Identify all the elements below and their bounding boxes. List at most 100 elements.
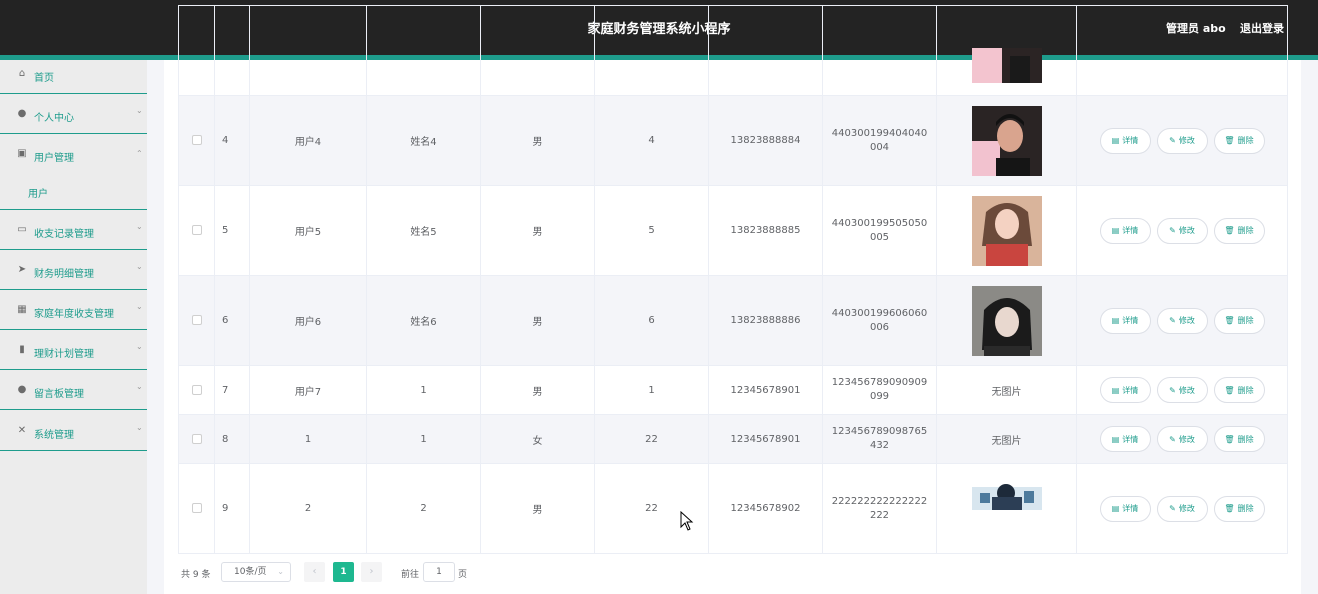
row-checkbox-cell [178, 275, 215, 366]
document-icon: ▤ [1111, 316, 1120, 325]
user-photo-partial [971, 48, 1042, 83]
row-checkbox[interactable] [191, 135, 202, 145]
table-cell [822, 5, 937, 96]
sidebar-item-user-management[interactable]: ▣ 用户管理 ⌃ 用户 [0, 134, 147, 210]
phone-cell: 12345678901 [708, 365, 823, 415]
page-size-select[interactable]: 10条/页 ⌄ [221, 562, 291, 582]
sidebar-item-income-expense[interactable]: ▭ 收支记录管理 ⌄ [0, 210, 147, 250]
gender-cell: 男 [480, 95, 595, 186]
username-cell: 2 [249, 463, 367, 554]
delete-button[interactable]: 🗑 删除 [1213, 127, 1265, 154]
delete-button-label: 删除 [1237, 316, 1254, 325]
user-photo [971, 471, 1042, 510]
detail-button[interactable]: ▤ 详情 [1099, 127, 1151, 154]
table-cell [708, 5, 823, 96]
actions-cell: ▤ 详情 ✎ 修改 🗑 删除 [1076, 365, 1288, 415]
sidebar-item-label: 首页 [34, 73, 54, 84]
delete-button[interactable]: 🗑 删除 [1213, 307, 1265, 334]
sidebar-item-finance-plan[interactable]: ▮ 理财计划管理 ⌄ [0, 330, 147, 370]
pencil-icon: ✎ [1169, 136, 1176, 145]
age-cell: 5 [594, 185, 709, 276]
name-cell: 姓名5 [366, 185, 481, 276]
id-number-cell: 123456789090909099 [822, 365, 937, 415]
username-cell: 1 [249, 414, 367, 464]
photo-cell [936, 463, 1077, 554]
user-photo [971, 105, 1042, 176]
edit-button-label: 修改 [1178, 434, 1195, 444]
name-cell: 2 [366, 463, 481, 554]
detail-button-label: 详情 [1122, 385, 1139, 395]
detail-button-label: 详情 [1122, 504, 1139, 513]
home-icon: ⌂ [18, 68, 26, 79]
no-image-text: 无图片 [936, 414, 1077, 464]
detail-button[interactable]: ▤ 详情 [1099, 426, 1151, 452]
sidebar-item-label: 家庭年度收支管理 [34, 309, 114, 320]
sidebar-item-annual-budget[interactable]: ▦ 家庭年度收支管理 ⌄ [0, 290, 147, 330]
goto-label: 前往 [401, 570, 420, 580]
row-checkbox[interactable] [191, 503, 202, 513]
row-checkbox[interactable] [191, 315, 202, 325]
table-row: 6 用户6 姓名6 男 6 13823888886 44030019960606… [178, 275, 1288, 366]
sidebar-item-label: 收支记录管理 [34, 229, 94, 240]
gender-cell: 男 [480, 185, 595, 276]
sidebar-item-label: 用户管理 [34, 153, 74, 164]
goto-page-input[interactable] [423, 562, 455, 582]
trash-icon: 🗑 [1224, 316, 1235, 325]
row-checkbox[interactable] [191, 225, 202, 235]
gender-cell: 男 [480, 463, 595, 554]
sidebar-item-finance-detail[interactable]: ➤ 财务明细管理 ⌄ [0, 250, 147, 290]
trash-icon: 🗑 [1224, 434, 1235, 444]
send-icon: ➤ [17, 264, 27, 275]
delete-button-label: 删除 [1237, 504, 1254, 513]
pencil-icon: ✎ [1169, 226, 1176, 235]
delete-button-label: 删除 [1237, 434, 1254, 444]
delete-button[interactable]: 🗑 删除 [1213, 377, 1265, 403]
edit-button[interactable]: ✎ 修改 [1156, 217, 1208, 244]
sidebar-item-message-board[interactable]: ● 留言板管理 ⌄ [0, 370, 147, 410]
prev-page-button[interactable]: ‹ [304, 562, 325, 582]
detail-button[interactable]: ▤ 详情 [1099, 377, 1151, 403]
total-count: 共 9 条 [181, 570, 211, 580]
next-page-button[interactable]: › [361, 562, 382, 582]
detail-button-label: 详情 [1122, 226, 1139, 235]
edit-button[interactable]: ✎ 修改 [1156, 307, 1208, 334]
detail-button-label: 详情 [1122, 434, 1139, 444]
row-index: 4 [214, 95, 250, 186]
edit-button[interactable]: ✎ 修改 [1156, 377, 1208, 403]
detail-button[interactable]: ▤ 详情 [1099, 217, 1151, 244]
table-cell [249, 5, 367, 96]
edit-button-label: 修改 [1178, 316, 1195, 325]
name-cell: 1 [366, 414, 481, 464]
name-cell: 姓名6 [366, 275, 481, 366]
row-index: 9 [214, 463, 250, 554]
row-checkbox[interactable] [191, 433, 202, 444]
page-number-current[interactable]: 1 [333, 562, 354, 582]
edit-button[interactable]: ✎ 修改 [1156, 495, 1208, 522]
delete-button-label: 删除 [1237, 226, 1254, 235]
user-photo [971, 285, 1042, 356]
delete-button[interactable]: 🗑 删除 [1213, 426, 1265, 452]
sidebar-subitem-user[interactable]: 用户 [28, 185, 48, 200]
actions-cell: ▤ 详情 ✎ 修改 🗑 删除 [1076, 185, 1288, 276]
age-cell: 1 [594, 365, 709, 415]
chevron-up-icon: ⌃ [136, 149, 143, 158]
photo-cell [936, 185, 1077, 276]
detail-button[interactable]: ▤ 详情 [1099, 495, 1151, 522]
delete-button[interactable]: 🗑 删除 [1213, 495, 1265, 522]
sidebar-item-system[interactable]: ✕ 系统管理 ⌄ [0, 410, 147, 451]
user-icon: ● [17, 108, 27, 119]
actions-cell: ▤ 详情 ✎ 修改 🗑 删除 [1076, 414, 1288, 464]
chevron-down-icon: ⌄ [136, 382, 143, 391]
photo-cell [936, 5, 1077, 96]
delete-button[interactable]: 🗑 删除 [1213, 217, 1265, 244]
id-number-cell: 222222222222222222 [822, 463, 937, 554]
sidebar-item-label: 财务明细管理 [34, 269, 94, 280]
phone-cell: 13823888886 [708, 275, 823, 366]
no-image-text: 无图片 [936, 365, 1077, 415]
detail-button[interactable]: ▤ 详情 [1099, 307, 1151, 334]
edit-button[interactable]: ✎ 修改 [1156, 426, 1208, 452]
sidebar-item-personal-center[interactable]: ● 个人中心 ⌄ [0, 94, 147, 134]
sidebar-item-home[interactable]: ⌂ 首页 [0, 60, 147, 94]
row-checkbox[interactable] [191, 384, 202, 395]
edit-button[interactable]: ✎ 修改 [1156, 127, 1208, 154]
